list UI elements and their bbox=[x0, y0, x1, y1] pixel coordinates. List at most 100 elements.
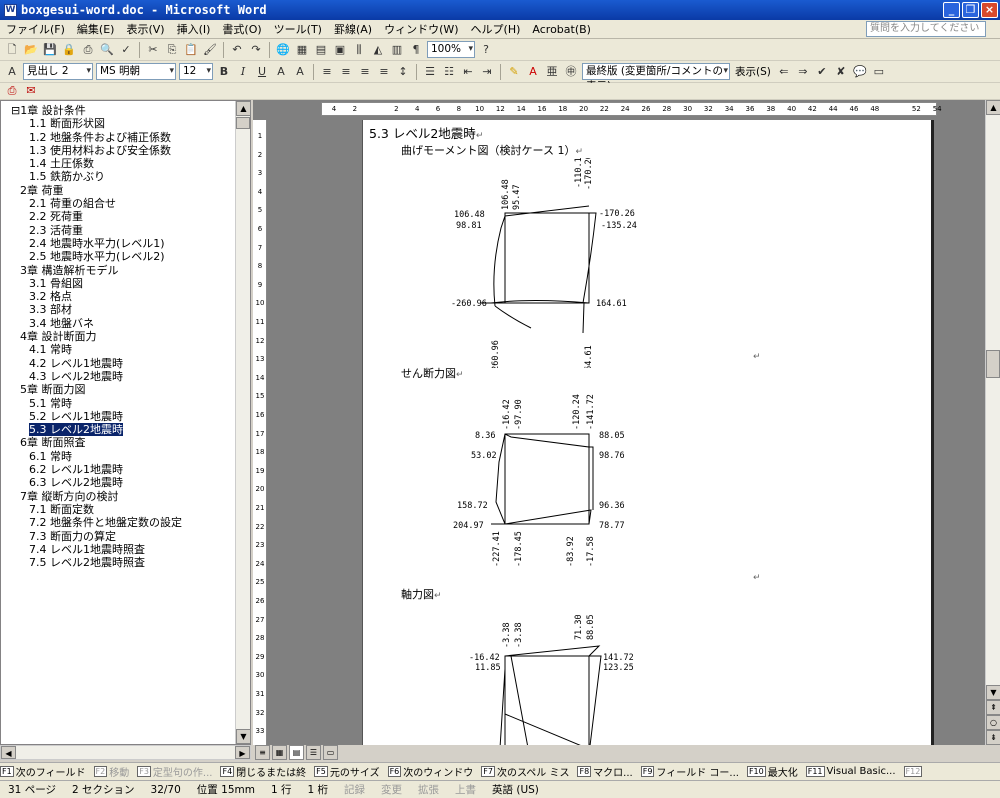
scroll-thumb[interactable] bbox=[236, 117, 250, 129]
function-key-f3[interactable]: F3 定型句の作... bbox=[137, 764, 212, 779]
document-map-item[interactable]: 4章 設計断面力 bbox=[1, 330, 237, 343]
document-map-scrollbar[interactable]: ▲ ▼ bbox=[235, 101, 251, 744]
minimize-button[interactable]: _ bbox=[943, 2, 960, 18]
function-key-f8[interactable]: F8 マクロ... bbox=[577, 764, 633, 779]
function-key-f11[interactable]: F11 Visual Basic... bbox=[805, 766, 896, 777]
document-scrollbar[interactable]: ▲ ▼ ⇞ ○ ⇟ bbox=[985, 100, 1000, 745]
status-field[interactable]: 変更 bbox=[373, 782, 410, 797]
function-key-f6[interactable]: F6 次のウィンドウ bbox=[387, 764, 473, 779]
justify-icon[interactable]: ≡ bbox=[376, 64, 392, 80]
accept-change-icon[interactable]: ✔ bbox=[814, 64, 830, 80]
status-field[interactable]: 位置 15mm bbox=[189, 782, 263, 797]
document-map-item[interactable]: 4.2 レベル1地震時 bbox=[1, 357, 237, 370]
numbering-icon[interactable]: ☰ bbox=[422, 64, 438, 80]
document-map-item[interactable]: 4.3 レベル2地震時 bbox=[1, 370, 237, 383]
function-key-f10[interactable]: F10 最大化 bbox=[746, 764, 798, 779]
document-map-item[interactable]: 6章 断面照査 bbox=[1, 436, 237, 449]
show-formatting-icon[interactable]: ¶ bbox=[408, 42, 424, 58]
document-map-item[interactable]: 1.5 鉄筋かぶり bbox=[1, 170, 237, 183]
function-key-f5[interactable]: F5 元のサイズ bbox=[314, 764, 380, 779]
document-map-hscrollbar[interactable]: ◀ ▶ bbox=[0, 745, 251, 760]
print-layout-icon[interactable]: ▤ bbox=[289, 745, 304, 760]
document-map-item[interactable]: 6.1 常時 bbox=[1, 450, 237, 463]
drawing-icon[interactable]: ◭ bbox=[370, 42, 386, 58]
document-map-item[interactable]: 2章 荷重 bbox=[1, 184, 237, 197]
char-border-icon[interactable]: A bbox=[273, 64, 289, 80]
permission-icon[interactable]: 🔒 bbox=[61, 42, 77, 58]
vertical-ruler[interactable]: 1 2 3 4 5 6 7 8 9 10 11 12 13 14 15 16 17 18 19 20 21 22 23 24 2… bbox=[253, 120, 267, 745]
copy-icon[interactable]: ⎘ bbox=[164, 42, 180, 58]
document-map-item[interactable]: 7.3 断面力の算定 bbox=[1, 530, 237, 543]
next-change-icon[interactable]: ⇒ bbox=[795, 64, 811, 80]
reading-view-icon[interactable]: ▭ bbox=[323, 745, 338, 760]
normal-view-icon[interactable]: ≡ bbox=[255, 745, 270, 760]
prev-page-icon[interactable]: ⇞ bbox=[986, 700, 1000, 715]
document-map-item[interactable]: 1.3 使用材料および安全係数 bbox=[1, 144, 237, 157]
scroll-left-icon[interactable]: ◀ bbox=[1, 746, 16, 759]
columns-icon[interactable]: ⫼ bbox=[351, 42, 367, 58]
document-map-item[interactable]: 3.1 骨組図 bbox=[1, 277, 237, 290]
document-map-item[interactable]: 5.1 常時 bbox=[1, 397, 237, 410]
pdf-mail-icon[interactable]: ✉ bbox=[23, 83, 39, 99]
web-view-icon[interactable]: ▦ bbox=[272, 745, 287, 760]
insert-excel-icon[interactable]: ▣ bbox=[332, 42, 348, 58]
scroll-thumb[interactable] bbox=[986, 350, 1000, 378]
redo-icon[interactable]: ↷ bbox=[248, 42, 264, 58]
reject-change-icon[interactable]: ✘ bbox=[833, 64, 849, 80]
menu-insert[interactable]: 挿入(I) bbox=[171, 21, 217, 37]
increase-indent-icon[interactable]: ⇥ bbox=[479, 64, 495, 80]
zoom-select[interactable]: 100% bbox=[427, 41, 475, 58]
status-field[interactable]: 英語 (US) bbox=[484, 782, 547, 797]
document-map-item[interactable]: 1.4 土圧係数 bbox=[1, 157, 237, 170]
document-map-item[interactable]: 5章 断面力図 bbox=[1, 383, 237, 396]
document-map-item[interactable]: 6.3 レベル2地震時 bbox=[1, 476, 237, 489]
menu-format[interactable]: 書式(O) bbox=[216, 21, 267, 37]
function-key-f9[interactable]: F9 フィールド コー... bbox=[640, 764, 739, 779]
char-shading-icon[interactable]: A bbox=[292, 64, 308, 80]
document-map-item[interactable]: 2.4 地震時水平力(レベル1) bbox=[1, 237, 237, 250]
section-heading[interactable]: 5.3 レベル2地震時↵ bbox=[369, 123, 483, 142]
help-icon[interactable]: ? bbox=[478, 42, 494, 58]
status-field[interactable]: 記録 bbox=[336, 782, 373, 797]
italic-button[interactable]: I bbox=[235, 64, 251, 80]
font-size-select[interactable]: 12 bbox=[179, 63, 213, 80]
browse-object-icon[interactable]: ○ bbox=[986, 715, 1000, 730]
line-spacing-icon[interactable]: ↕ bbox=[395, 64, 411, 80]
track-display-select[interactable]: 最終版 (変更箇所/コメントの表示) bbox=[582, 63, 730, 92]
ask-question-input[interactable]: 質問を入力してください bbox=[866, 21, 986, 37]
convert-pdf-icon[interactable]: ⎙ bbox=[4, 83, 20, 99]
print-icon[interactable]: ⎙ bbox=[80, 42, 96, 58]
style-select[interactable]: 見出し 2 bbox=[23, 63, 93, 80]
document-map-item[interactable]: 2.3 活荷重 bbox=[1, 224, 237, 237]
menu-tools[interactable]: ツール(T) bbox=[268, 21, 328, 37]
document-map-item[interactable]: 3章 構造解析モデル bbox=[1, 264, 237, 277]
document-map-item[interactable]: 1.2 地盤条件および補正係数 bbox=[1, 131, 237, 144]
outline-view-icon[interactable]: ☰ bbox=[306, 745, 321, 760]
menu-table[interactable]: 罫線(A) bbox=[328, 21, 378, 37]
align-right-icon[interactable]: ≡ bbox=[357, 64, 373, 80]
status-field[interactable]: 1 桁 bbox=[299, 782, 336, 797]
document-map-item[interactable]: 7.4 レベル1地震時照査 bbox=[1, 543, 237, 556]
document-map-item[interactable]: 3.2 格点 bbox=[1, 290, 237, 303]
prev-change-icon[interactable]: ⇐ bbox=[776, 64, 792, 80]
scroll-down-icon[interactable]: ▼ bbox=[986, 685, 1000, 700]
document-map-item[interactable]: ⊟1章 設計条件 bbox=[1, 104, 237, 117]
document-map-item[interactable]: 7.5 レベル2地震時照査 bbox=[1, 556, 237, 569]
undo-icon[interactable]: ↶ bbox=[229, 42, 245, 58]
align-left-icon[interactable]: ≡ bbox=[319, 64, 335, 80]
moment-diagram-caption[interactable]: 曲げモーメント図（検討ケース 1）↵ bbox=[401, 142, 583, 158]
tables-borders-icon[interactable]: ▦ bbox=[294, 42, 310, 58]
scroll-up-icon[interactable]: ▲ bbox=[986, 100, 1000, 115]
maximize-button[interactable]: ❐ bbox=[962, 2, 979, 18]
axial-diagram-caption[interactable]: 軸力図↵ bbox=[401, 586, 442, 602]
format-painter-icon[interactable]: 🖌 bbox=[202, 42, 218, 58]
status-field[interactable]: 32/70 bbox=[143, 784, 189, 796]
document-map-item[interactable]: 2.5 地震時水平力(レベル2) bbox=[1, 250, 237, 263]
comment-icon[interactable]: 💬 bbox=[852, 64, 868, 80]
save-icon[interactable]: 💾 bbox=[42, 42, 58, 58]
bold-button[interactable]: B bbox=[216, 64, 232, 80]
document-map-item[interactable]: 6.2 レベル1地震時 bbox=[1, 463, 237, 476]
styles-pane-icon[interactable]: A bbox=[4, 64, 20, 80]
open-folder-icon[interactable]: 📂 bbox=[23, 42, 39, 58]
status-field[interactable]: 拡張 bbox=[410, 782, 447, 797]
